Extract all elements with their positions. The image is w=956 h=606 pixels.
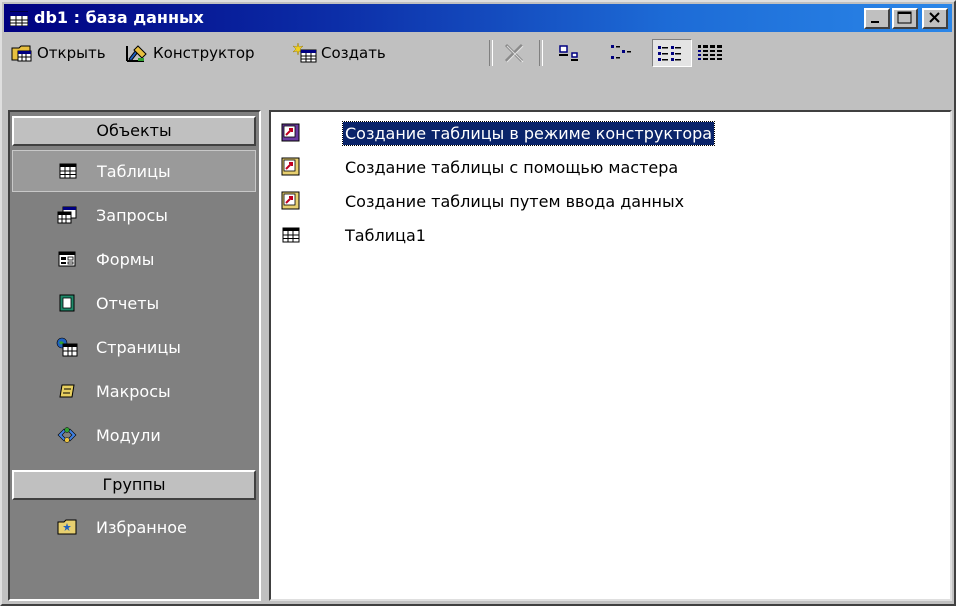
- create-button[interactable]: Создать: [292, 39, 386, 67]
- list-item-label: Создание таблицы с помощью мастера: [345, 157, 679, 177]
- query-icon: [57, 206, 77, 224]
- design-button[interactable]: Конструктор: [124, 39, 255, 67]
- large-icons-icon: [559, 45, 578, 61]
- minimize-button[interactable]: [864, 8, 890, 29]
- toolbar-separator: [489, 40, 493, 66]
- toolbar-separator: [539, 40, 543, 66]
- shortcut-icon: [281, 191, 300, 210]
- sidebar-item-forms[interactable]: Формы: [12, 238, 256, 280]
- title-bar[interactable]: db1 : база данных: [4, 4, 952, 32]
- page-icon: [56, 337, 78, 357]
- list-item[interactable]: Создание таблицы в режиме конструктора: [279, 118, 716, 148]
- table-icon: [59, 163, 77, 179]
- sidebar-item-pages[interactable]: Страницы: [12, 326, 256, 368]
- sidebar-item-macros[interactable]: Макросы: [12, 370, 256, 412]
- macro-icon: [59, 384, 75, 398]
- groups-header[interactable]: Группы: [12, 470, 256, 500]
- delete-button[interactable]: [500, 39, 531, 67]
- list-item[interactable]: Создание таблицы с помощью мастера: [279, 152, 680, 182]
- design-icon: [126, 45, 147, 62]
- favorites-folder-icon: [57, 519, 77, 535]
- maximize-button[interactable]: [892, 8, 918, 29]
- list-item[interactable]: Таблица1: [279, 220, 428, 250]
- small-icons-button[interactable]: [608, 39, 639, 67]
- list-item-label: Создание таблицы в режиме конструктора: [341, 120, 716, 146]
- shortcut-icon: [281, 157, 300, 176]
- report-icon: [59, 294, 75, 312]
- details-view-icon: [698, 45, 722, 60]
- maximize-icon: [897, 11, 912, 24]
- shortcut-icon: [281, 123, 300, 142]
- list-item-label: Создание таблицы путем ввода данных: [345, 191, 685, 211]
- create-icon: [292, 42, 317, 63]
- list-view-button[interactable]: [652, 39, 692, 67]
- sidebar-item-label: Запросы: [96, 205, 168, 225]
- close-button[interactable]: [922, 8, 948, 29]
- sidebar-item-label: Страницы: [96, 337, 181, 357]
- sidebar-item-label: Отчеты: [96, 293, 160, 313]
- large-icons-button[interactable]: [556, 39, 587, 67]
- sidebar-item-tables[interactable]: Таблицы: [12, 150, 256, 192]
- window-title: db1 : база данных: [34, 8, 204, 27]
- sidebar-item-label: Макросы: [96, 381, 171, 401]
- small-icons-icon: [611, 45, 631, 59]
- close-icon: [929, 12, 940, 23]
- sidebar-item-favorites[interactable]: Избранное: [12, 506, 256, 548]
- sidebar-item-queries[interactable]: Запросы: [12, 194, 256, 236]
- design-label: Конструктор: [153, 44, 255, 62]
- details-view-button[interactable]: [696, 39, 729, 67]
- create-label: Создать: [321, 44, 386, 62]
- sidebar-item-label: Избранное: [96, 517, 187, 537]
- sidebar-item-modules[interactable]: Модули: [12, 414, 256, 456]
- open-label: Открыть: [37, 44, 106, 62]
- table-icon: [282, 227, 300, 243]
- module-icon: [57, 427, 77, 443]
- open-icon: [11, 45, 32, 62]
- objects-header[interactable]: Объекты: [12, 116, 256, 146]
- object-list: Создание таблицы в режиме конструктора С…: [269, 110, 952, 601]
- sidebar-item-reports[interactable]: Отчеты: [12, 282, 256, 324]
- list-view-icon: [657, 46, 681, 61]
- database-window: db1 : база данных Открыть Конструктор Со…: [0, 0, 956, 606]
- list-item-label: Таблица1: [345, 225, 426, 245]
- sidebar-item-label: Таблицы: [97, 161, 171, 181]
- sidebar-item-label: Формы: [96, 249, 155, 269]
- open-button[interactable]: Открыть: [10, 39, 106, 67]
- objects-sidebar: Объекты Таблицы Запросы Формы Отчеты Стр…: [8, 110, 261, 601]
- database-icon: [10, 11, 28, 26]
- list-item[interactable]: Создание таблицы путем ввода данных: [279, 186, 686, 216]
- toolbar: Открыть Конструктор Создать: [4, 36, 952, 70]
- delete-icon: [504, 43, 524, 63]
- sidebar-item-label: Модули: [96, 425, 161, 445]
- form-icon: [58, 251, 76, 267]
- minimize-icon: [871, 21, 879, 23]
